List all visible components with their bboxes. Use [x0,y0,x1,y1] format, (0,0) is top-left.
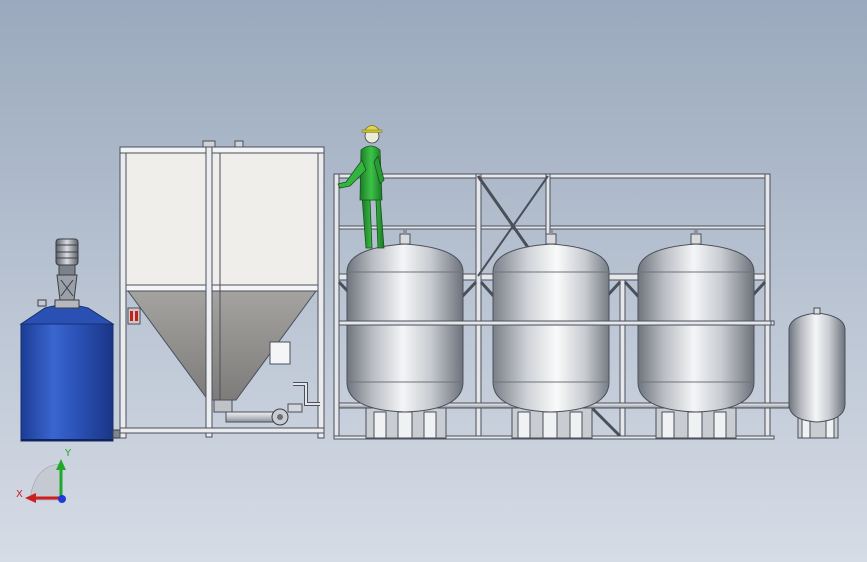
origin-dot-icon [58,495,66,503]
cad-viewport: Y X [0,0,867,562]
axis-y-label: Y [64,448,72,459]
front-rail [338,320,772,326]
model-drawing: Y X [0,0,867,562]
axis-x-label: X [16,489,23,500]
